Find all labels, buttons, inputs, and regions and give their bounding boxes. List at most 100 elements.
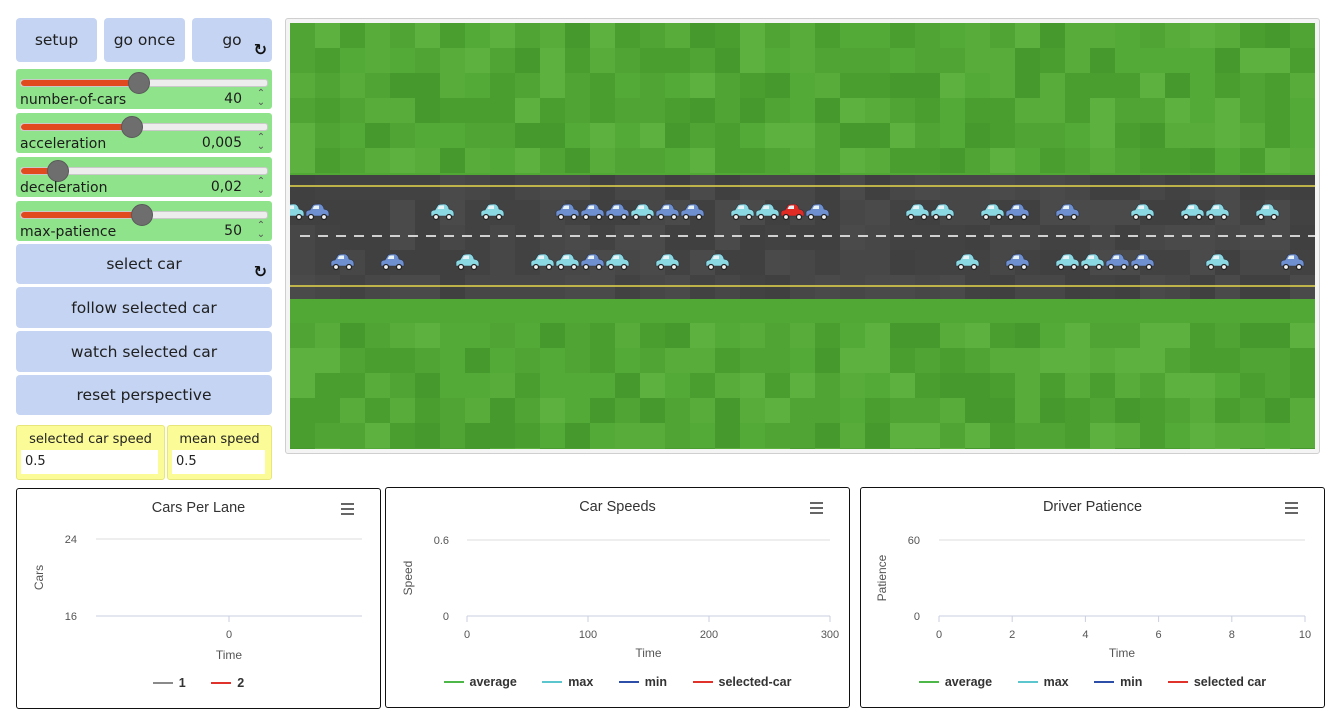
car-wheel [1020,263,1028,271]
grass-patch [515,423,540,448]
legend-item[interactable]: average [443,675,517,689]
grass-patch [1165,48,1190,73]
grass-patch [790,423,815,448]
grass-patch [715,23,740,48]
grass-patch [315,23,340,48]
slider-track[interactable] [20,72,268,94]
grass-patch [1065,398,1090,423]
road-patch [665,175,690,200]
grass-patch [1240,423,1265,448]
slider-value[interactable]: 0,005 [202,135,242,151]
grass-patch [1215,73,1240,98]
world-view[interactable] [290,23,1315,449]
legend-item[interactable]: min [1094,675,1142,689]
car-wheel [632,213,640,221]
slider-track[interactable] [20,160,268,182]
grass-patch [515,73,540,98]
road-patch [1165,175,1190,200]
follow-selected-car-button[interactable]: follow selected car [16,287,272,328]
stepper-icon[interactable]: ⌃ ⌄ [255,89,267,108]
grass-patch [665,48,690,73]
slider-track[interactable] [20,204,268,226]
grass-patch [990,373,1015,398]
grass-patch [715,48,740,73]
road-patch [1115,275,1140,299]
stepper-icon[interactable]: ⌃ ⌄ [255,221,267,240]
grass-patch [840,48,865,73]
car-wheel [1195,213,1203,221]
car-wheel [1145,213,1153,221]
grass-patch [790,323,815,348]
car-wheel [757,213,765,221]
legend-label: selected car [1193,675,1267,689]
slider-deceleration[interactable]: deceleration 0,02 ⌃ ⌄ [16,157,272,197]
watch-selected-car-button[interactable]: watch selected car [16,331,272,372]
x-tick-label: 200 [700,629,718,641]
legend-label: average [944,675,993,689]
grass-patch [990,398,1015,423]
road-patch [840,200,865,225]
grass-patch [765,73,790,98]
slider-acceleration[interactable]: acceleration 0,005 ⌃ ⌄ [16,113,272,153]
grass-patch [715,323,740,348]
slider-max-patience[interactable]: max-patience 50 ⌃ ⌄ [16,201,272,241]
legend-item[interactable]: average [918,675,993,689]
go-once-button[interactable]: go once [104,18,185,62]
slider-track[interactable] [20,116,268,138]
car-wheel [1207,263,1215,271]
reset-perspective-button[interactable]: reset perspective [16,375,272,415]
road-patch [740,175,765,200]
legend-item[interactable]: selected-car [692,675,791,689]
grass-patch [415,73,440,98]
legend-item[interactable]: selected car [1167,675,1267,689]
slider-number-of-cars[interactable]: number-of-cars 40 ⌃ ⌄ [16,69,272,109]
stepper-icon[interactable]: ⌃ ⌄ [255,177,267,196]
grass-patch [290,48,315,73]
grass-patch [490,448,515,449]
selected-car-speed-monitor: selected car speed 0.5 [16,425,165,480]
grass-patch [915,23,940,48]
grass-patch [815,348,840,373]
select-car-button[interactable]: select car ↻ [16,244,272,284]
go-button[interactable]: go ↻ [192,18,272,62]
slider-knob[interactable] [130,204,153,226]
setup-button[interactable]: setup [16,18,97,62]
legend-item[interactable]: 1 [152,676,186,690]
grass-patch [940,398,965,423]
grass-patch [740,373,765,398]
car-wheel [982,213,990,221]
grass-patch [915,373,940,398]
slider-knob[interactable] [46,160,69,182]
grass-patch [640,148,665,173]
slider-value[interactable]: 0,02 [211,179,242,195]
grass-patch [890,148,915,173]
slider-value[interactable]: 40 [224,91,242,107]
legend-item[interactable]: max [542,675,593,689]
road-patch [1290,225,1315,250]
go-button-label: go [222,31,242,49]
grass-patch [1165,348,1190,373]
grass-patch [465,373,490,398]
slider-knob[interactable] [128,72,151,94]
slider-knob[interactable] [120,116,143,138]
road-patch [340,275,365,299]
stepper-icon[interactable]: ⌃ ⌄ [255,133,267,152]
grass-patch [1040,123,1065,148]
grass-patch [465,23,490,48]
legend-item[interactable]: 2 [211,676,244,690]
slider-fill [21,212,142,218]
grass-patch [765,98,790,123]
legend-item[interactable]: max [1017,675,1069,689]
legend-item[interactable]: min [618,675,667,689]
road-patch [890,175,915,200]
road-patch [965,225,990,250]
grass-patch [915,448,940,449]
grass-patch [1240,373,1265,398]
grass-patch [715,123,740,148]
grass-patch [1040,73,1065,98]
grass-patch [640,348,665,373]
road-patch [615,275,640,299]
grass-patch [1190,148,1215,173]
slider-value[interactable]: 50 [224,223,242,239]
grass-patch [590,73,615,98]
